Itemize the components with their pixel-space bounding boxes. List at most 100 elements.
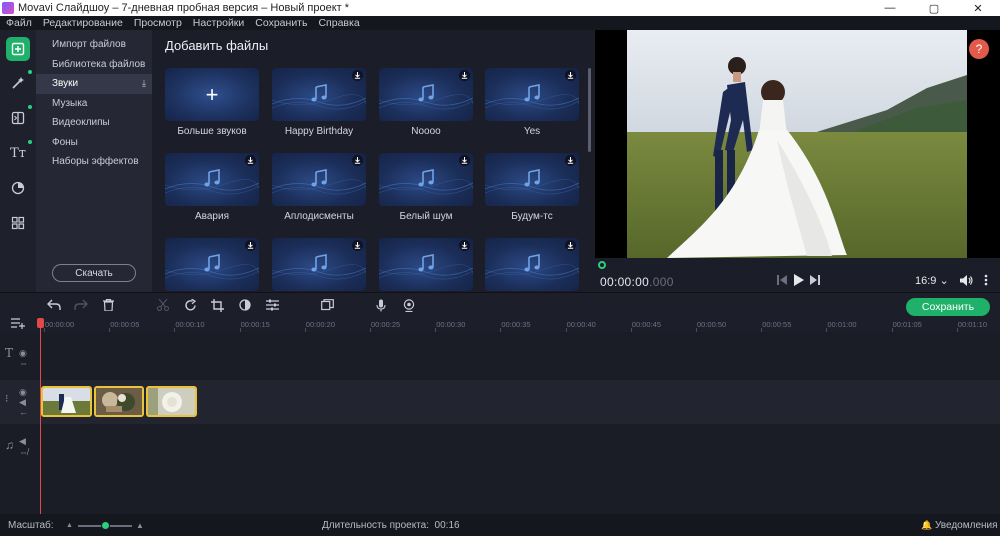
color-adjust-button[interactable] [238, 298, 252, 312]
crop-icon [210, 298, 224, 312]
sound-tile[interactable]: Авария [165, 153, 259, 222]
zoom-out-icon[interactable]: ▲ [66, 522, 73, 529]
crop-button[interactable] [210, 298, 224, 312]
download-button[interactable]: Скачать [52, 264, 136, 282]
more-sounds-tile[interactable]: + Больше звуков [165, 68, 259, 137]
ruler-tick-label: 00:01:00 [827, 320, 857, 329]
category-file-library[interactable]: Библиотека файлов [36, 55, 152, 75]
app-logo-icon [2, 2, 14, 14]
slideshow-wizard-button[interactable] [320, 298, 334, 312]
sound-tile[interactable]: Noooo [379, 68, 473, 137]
arrow-left-icon[interactable]: ← [19, 408, 28, 417]
magic-wand-icon [12, 77, 24, 89]
record-webcam-button[interactable] [402, 298, 416, 312]
menu-view[interactable]: Просмотр [134, 17, 182, 29]
cut-button[interactable] [156, 298, 170, 312]
white-roses-thumbnail [148, 388, 195, 415]
zoom-in-icon[interactable]: ▲ [136, 521, 144, 530]
ruler-tick-label: 00:01:05 [892, 320, 922, 329]
menu-save[interactable]: Сохранить [255, 17, 307, 29]
rail-import-button[interactable] [6, 37, 30, 61]
sound-tile[interactable]: Yes [485, 68, 579, 137]
category-backgrounds[interactable]: Фоны [36, 133, 152, 153]
rail-filters-button[interactable] [6, 176, 30, 200]
rail-transitions-button[interactable] [6, 105, 32, 130]
clip-wedding-couple[interactable] [41, 386, 92, 417]
ruler-tick-label: 00:00:15 [240, 320, 270, 329]
menu-file[interactable]: Файл [6, 17, 32, 29]
download-icon[interactable] [352, 240, 363, 251]
download-icon[interactable] [245, 155, 256, 166]
text-track[interactable]: T ◉ ⇔ [0, 332, 1000, 380]
delete-button[interactable] [101, 298, 115, 312]
status-bar: Масштаб: ▲ ▲ Длительность проекта: 00:16… [0, 514, 1000, 536]
download-icon[interactable] [459, 240, 470, 251]
play-button[interactable] [791, 273, 805, 287]
volume-icon[interactable]: ◀ [19, 398, 26, 407]
music-note-icon [418, 254, 434, 272]
sound-tile[interactable]: Аплодисменты [272, 153, 366, 222]
minimize-button[interactable]: — [868, 0, 912, 16]
sound-tile[interactable] [485, 238, 579, 292]
aspect-ratio-select[interactable]: 16:9 ⌄ [915, 274, 949, 287]
download-icon[interactable] [352, 70, 363, 81]
tile-thumbnail [272, 238, 366, 291]
sound-tile[interactable] [272, 238, 366, 292]
sound-tile[interactable]: Happy Birthday [272, 68, 366, 137]
audio-track[interactable]: ♫ ◀ ⇎ [0, 424, 1000, 514]
download-icon[interactable] [352, 155, 363, 166]
eye-icon[interactable]: ◉ [19, 388, 27, 397]
sound-tile[interactable]: Белый шум [379, 153, 473, 222]
rail-more-button[interactable] [6, 211, 30, 235]
title-bar: Movavi Слайдшоу – 7-дневная пробная верс… [0, 0, 1000, 16]
undo-button[interactable] [47, 298, 61, 312]
download-icon[interactable] [565, 70, 576, 81]
redo-button[interactable] [74, 298, 88, 312]
menu-edit[interactable]: Редактирование [43, 17, 123, 29]
clip-white-roses[interactable] [146, 386, 197, 417]
link-icon[interactable]: ⇔ [19, 359, 28, 368]
add-track-button[interactable] [11, 318, 25, 332]
rail-magic-button[interactable] [6, 70, 32, 95]
sound-tile[interactable] [379, 238, 473, 292]
category-videoclips[interactable]: Видеоклипы [36, 113, 152, 133]
music-note-icon [311, 254, 327, 272]
clip-rings-bouquet[interactable] [94, 386, 144, 417]
volume-button[interactable] [959, 273, 973, 287]
menu-settings[interactable]: Настройки [193, 17, 245, 29]
tile-label: Будум-тс [511, 211, 553, 222]
zoom-slider-knob[interactable] [100, 521, 110, 530]
files-scrollbar[interactable] [588, 68, 591, 152]
download-icon[interactable] [459, 70, 470, 81]
music-note-icon [204, 169, 220, 187]
sound-tile[interactable] [165, 238, 259, 292]
seek-handle[interactable] [598, 261, 606, 269]
download-icon[interactable] [565, 155, 576, 166]
eye-icon[interactable]: ◉ [19, 349, 27, 358]
timeline-ruler[interactable]: 00:00:00 00:00:05 00:00:10 00:00:15 00:00:20… [0, 316, 1000, 332]
category-import-files[interactable]: Импорт файлов [36, 35, 152, 55]
close-button[interactable]: ✕ [956, 0, 1000, 16]
download-icon[interactable] [565, 240, 576, 251]
webcam-icon [403, 298, 415, 312]
sound-tile[interactable]: Будум-тс [485, 153, 579, 222]
notifications-button[interactable]: 🔔 Уведомления [921, 520, 998, 531]
category-effect-packs[interactable]: Наборы эффектов [36, 152, 152, 172]
download-icon[interactable] [245, 240, 256, 251]
clip-properties-button[interactable] [265, 298, 279, 312]
prev-frame-button[interactable] [775, 273, 789, 287]
category-sounds[interactable]: Звуки ⤓ [36, 74, 152, 94]
mute-link-icon[interactable]: ⇎ [19, 448, 28, 457]
maximize-button[interactable]: ▢ [912, 0, 956, 16]
record-voice-button[interactable] [374, 298, 388, 312]
rotate-button[interactable] [183, 298, 197, 312]
category-music[interactable]: Музыка [36, 94, 152, 114]
menu-help[interactable]: Справка [318, 17, 359, 29]
volume-icon[interactable]: ◀ [19, 437, 26, 446]
help-button[interactable]: ? [969, 39, 989, 59]
download-icon[interactable] [459, 155, 470, 166]
save-button[interactable]: Сохранить [906, 298, 990, 316]
next-frame-button[interactable] [807, 273, 821, 287]
rail-titles-button[interactable]: Tт [6, 140, 32, 165]
more-options-button[interactable] [981, 273, 991, 287]
